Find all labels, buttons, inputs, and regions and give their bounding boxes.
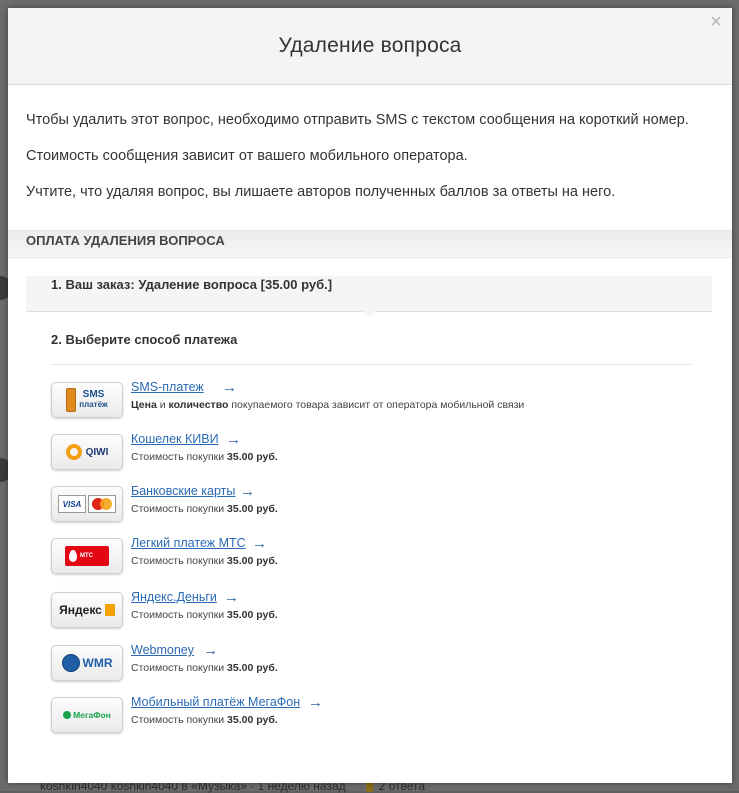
- delete-question-modal: Удаление вопроса × Чтобы удалить этот во…: [8, 8, 732, 783]
- payment-method-link[interactable]: Легкий платеж МТС: [131, 536, 246, 550]
- payment-method-description: Цена и количество покупаемого товара зав…: [131, 399, 525, 411]
- mts-icon[interactable]: МТС: [51, 538, 123, 574]
- intro-sms-text: Чтобы удалить этот вопрос, необходимо от…: [26, 112, 689, 128]
- arrow-right-icon[interactable]: →: [224, 589, 239, 606]
- order-summary-label: 1. Ваш заказ: Удаление вопроса [35.00 ру…: [51, 277, 333, 292]
- order-summary-pointer: [362, 311, 376, 317]
- payment-method-price: Стоимость покупки 35.00 руб.: [131, 662, 278, 674]
- arrow-right-icon[interactable]: →: [252, 535, 267, 552]
- intro-cost-text: Стоимость сообщения зависит от вашего мо…: [26, 148, 468, 164]
- coin-icon: [365, 781, 373, 792]
- close-button[interactable]: ×: [708, 12, 724, 32]
- payment-method-webmoney[interactable]: WMR Webmoney → Стоимость покупки 35.00 р…: [51, 642, 651, 683]
- payment-method-link[interactable]: SMS-платеж: [131, 380, 204, 394]
- megafon-icon[interactable]: МегаФон: [51, 697, 123, 733]
- order-summary: 1. Ваш заказ: Удаление вопроса [35.00 ру…: [26, 276, 712, 317]
- qiwi-icon[interactable]: QIWI: [51, 434, 123, 470]
- webmoney-icon[interactable]: WMR: [51, 645, 123, 681]
- payment-section-title: Оплата удаления вопроса: [8, 230, 732, 258]
- payment-method-link[interactable]: Банковские карты: [131, 484, 235, 498]
- arrow-right-icon[interactable]: →: [203, 642, 218, 659]
- modal-intro: Чтобы удалить этот вопрос, необходимо от…: [8, 85, 732, 201]
- arrow-right-icon[interactable]: →: [222, 379, 237, 396]
- payment-method-qiwi[interactable]: QIWI Кошелек КИВИ → Стоимость покупки 35…: [51, 431, 651, 472]
- choose-payment-label: 2. Выберите способ платежа: [51, 332, 238, 347]
- payment-method-price: Стоимость покупки 35.00 руб.: [131, 503, 278, 515]
- payment-method-megafon[interactable]: МегаФон Мобильный платёж МегаФон → Стоим…: [51, 694, 651, 735]
- modal-header: Удаление вопроса: [8, 8, 732, 85]
- payment-method-cards[interactable]: VISA Банковские карты → Стоимость покупк…: [51, 483, 651, 524]
- payment-method-link[interactable]: Яндекс.Деньги: [131, 590, 217, 604]
- arrow-right-icon[interactable]: →: [240, 483, 255, 500]
- arrow-right-icon[interactable]: →: [226, 431, 241, 448]
- payment-method-link[interactable]: Кошелек КИВИ: [131, 432, 219, 446]
- payment-method-price: Стоимость покупки 35.00 руб.: [131, 451, 278, 463]
- payment-method-price: Стоимость покупки 35.00 руб.: [131, 714, 278, 726]
- sms-payment-icon[interactable]: SMS платёж: [51, 382, 123, 418]
- intro-warning-text: Учтите, что удаляя вопрос, вы лишаете ав…: [26, 184, 616, 200]
- payment-method-price: Стоимость покупки 35.00 руб.: [131, 609, 278, 621]
- payment-method-price: Стоимость покупки 35.00 руб.: [131, 555, 278, 567]
- payment-method-link[interactable]: Мобильный платёж МегаФон: [131, 695, 300, 709]
- arrow-right-icon[interactable]: →: [308, 694, 323, 711]
- divider: [51, 364, 692, 365]
- yandex-money-icon[interactable]: Яндекс: [51, 592, 123, 628]
- bank-cards-icon[interactable]: VISA: [51, 486, 123, 522]
- payment-method-sms[interactable]: SMS платёж SMS-платеж → Цена и количество…: [51, 379, 651, 420]
- payment-method-link[interactable]: Webmoney: [131, 643, 194, 657]
- payment-method-mts[interactable]: МТС Легкий платеж МТС → Стоимость покупк…: [51, 535, 651, 576]
- payment-method-yandex[interactable]: Яндекс Яндекс.Деньги → Стоимость покупки…: [51, 589, 651, 630]
- modal-title: Удаление вопроса: [278, 34, 462, 57]
